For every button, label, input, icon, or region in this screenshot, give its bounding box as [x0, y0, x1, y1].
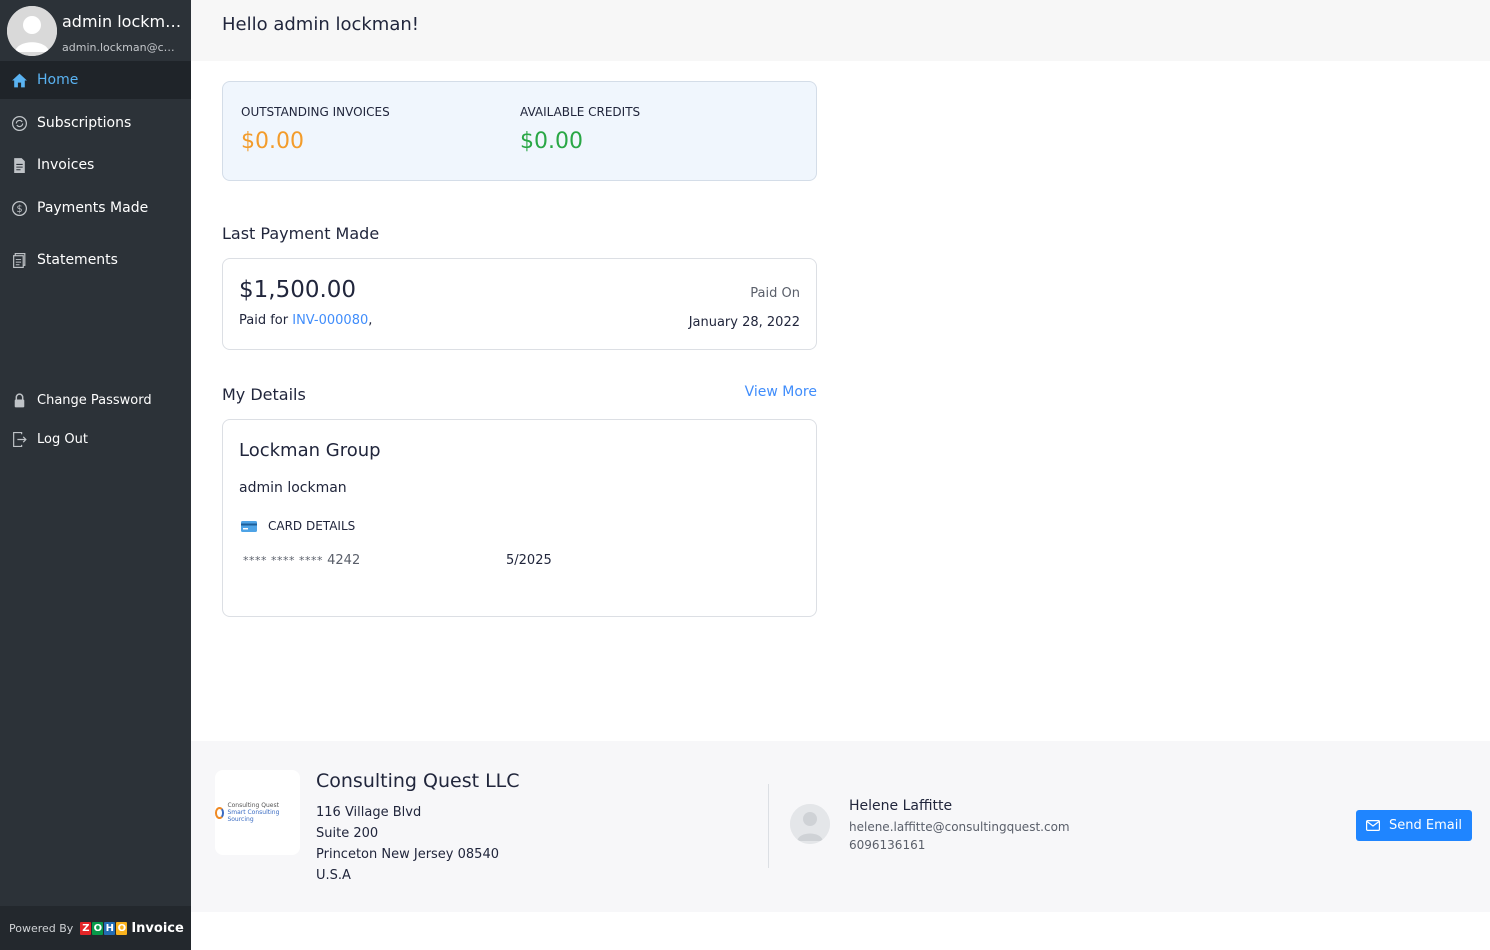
zoho-letter: Z: [80, 921, 92, 935]
contact-person-name: Helene Laffitte: [849, 798, 953, 814]
sidebar: admin lockman admin.lockman@consultingqu…: [0, 0, 191, 950]
page-header: Hello admin lockman!: [191, 0, 1490, 61]
invoice-suffix: ,: [368, 313, 373, 328]
organization-footer: Consulting Quest Smart Consulting Sourci…: [191, 741, 1490, 912]
address-line: U.S.A: [316, 868, 351, 883]
contact-name: admin lockman: [239, 480, 347, 496]
send-email-button[interactable]: Send Email: [1356, 810, 1472, 841]
address-line: Princeton New Jersey 08540: [316, 847, 499, 862]
sidebar-item-home[interactable]: Home: [0, 61, 191, 99]
address-line: 116 Village Blvd: [316, 805, 422, 820]
available-credits-value[interactable]: $0.00: [520, 129, 583, 154]
my-details-card: Lockman Group admin lockman CARD DETAILS…: [222, 419, 817, 617]
card-last4: 4242: [327, 553, 361, 568]
logout-icon: [10, 430, 28, 448]
mail-icon: [1366, 820, 1381, 831]
paid-on-date: January 28, 2022: [688, 315, 800, 330]
logo-mark-icon: [215, 806, 225, 819]
invoice-icon: [10, 156, 28, 174]
dollar-circle-icon: $: [10, 199, 28, 217]
view-more-link[interactable]: View More: [745, 384, 817, 400]
subscriptions-icon: [10, 114, 28, 132]
account-summary-card: OUTSTANDING INVOICES $0.00 AVAILABLE CRE…: [222, 81, 817, 181]
available-credits-label: AVAILABLE CREDITS: [520, 105, 641, 119]
user-avatar-icon: [790, 804, 830, 844]
contact-avatar: [790, 804, 830, 844]
sidebar-item-statements[interactable]: Statements: [0, 241, 191, 279]
sidebar-item-payments-made[interactable]: $ Payments Made: [0, 189, 191, 227]
send-email-label: Send Email: [1389, 818, 1462, 833]
avatar: [7, 6, 57, 56]
sidebar-item-label: Statements: [37, 252, 118, 268]
lock-icon: [10, 391, 28, 409]
zoho-logo: Z O H O Invoice: [80, 920, 184, 936]
powered-by-label: Powered By: [9, 921, 74, 935]
sidebar-item-label: Subscriptions: [37, 115, 132, 131]
payment-amount: $1,500.00: [239, 277, 357, 303]
sidebar-item-invoices[interactable]: Invoices: [0, 146, 191, 184]
organization-name: Consulting Quest LLC: [316, 770, 520, 792]
user-profile[interactable]: admin lockman admin.lockman@consultingqu…: [0, 0, 191, 61]
credit-card-icon: [241, 520, 257, 532]
logo-text-primary: Consulting Quest: [227, 802, 279, 809]
profile-name: admin lockman: [62, 12, 184, 31]
paid-for-label: Paid for: [239, 313, 289, 328]
zoho-letter: H: [104, 921, 116, 935]
powered-by[interactable]: Powered By Z O H O Invoice: [0, 906, 191, 950]
outstanding-invoices-label: OUTSTANDING INVOICES: [241, 105, 390, 119]
address-line: Suite 200: [316, 826, 379, 841]
company-name: Lockman Group: [239, 440, 381, 461]
divider: [768, 784, 769, 868]
card-mask: **** **** ****: [243, 554, 323, 567]
last-payment-title: Last Payment Made: [222, 224, 380, 243]
sidebar-item-label: Log Out: [37, 431, 88, 447]
contact-person-email: helene.laffitte@consultingquest.com: [849, 820, 1070, 834]
last-payment-card: $1,500.00 Paid for INV-000080, Paid On J…: [222, 258, 817, 350]
statement-icon: [10, 251, 28, 269]
sidebar-item-change-password[interactable]: Change Password: [0, 381, 191, 419]
card-details-label: CARD DETAILS: [268, 519, 356, 533]
paid-on-label: Paid On: [750, 286, 800, 301]
profile-email: admin.lockman@consultingquest.com: [62, 41, 180, 54]
zoho-letter: O: [92, 921, 104, 935]
organization-logo: Consulting Quest Smart Consulting Sourci…: [215, 770, 300, 855]
card-expiry: 5/2025: [506, 553, 552, 568]
sidebar-item-log-out[interactable]: Log Out: [0, 420, 191, 458]
card-details-header: CARD DETAILS: [241, 519, 355, 533]
card-number: **** **** **** 4242: [243, 553, 360, 568]
user-avatar-icon: [7, 6, 57, 56]
sidebar-item-label: Home: [37, 72, 79, 88]
paid-for: Paid for INV-000080,: [239, 313, 372, 328]
outstanding-invoices-value[interactable]: $0.00: [241, 129, 304, 154]
zoho-letter: O: [116, 921, 128, 935]
sidebar-item-subscriptions[interactable]: Subscriptions: [0, 104, 191, 142]
contact-person-phone: 6096136161: [849, 838, 926, 852]
sidebar-item-label: Invoices: [37, 157, 95, 173]
home-icon: [10, 71, 28, 89]
logo-text-secondary: Smart Consulting Sourcing: [227, 809, 280, 823]
svg-text:$: $: [16, 203, 22, 214]
zoho-product-name: Invoice: [131, 920, 184, 936]
my-details-title: My Details: [222, 385, 306, 404]
page-title: Hello admin lockman!: [222, 14, 419, 35]
sidebar-item-label: Change Password: [37, 392, 152, 408]
sidebar-item-label: Payments Made: [37, 200, 149, 216]
invoice-link[interactable]: INV-000080: [292, 313, 368, 328]
